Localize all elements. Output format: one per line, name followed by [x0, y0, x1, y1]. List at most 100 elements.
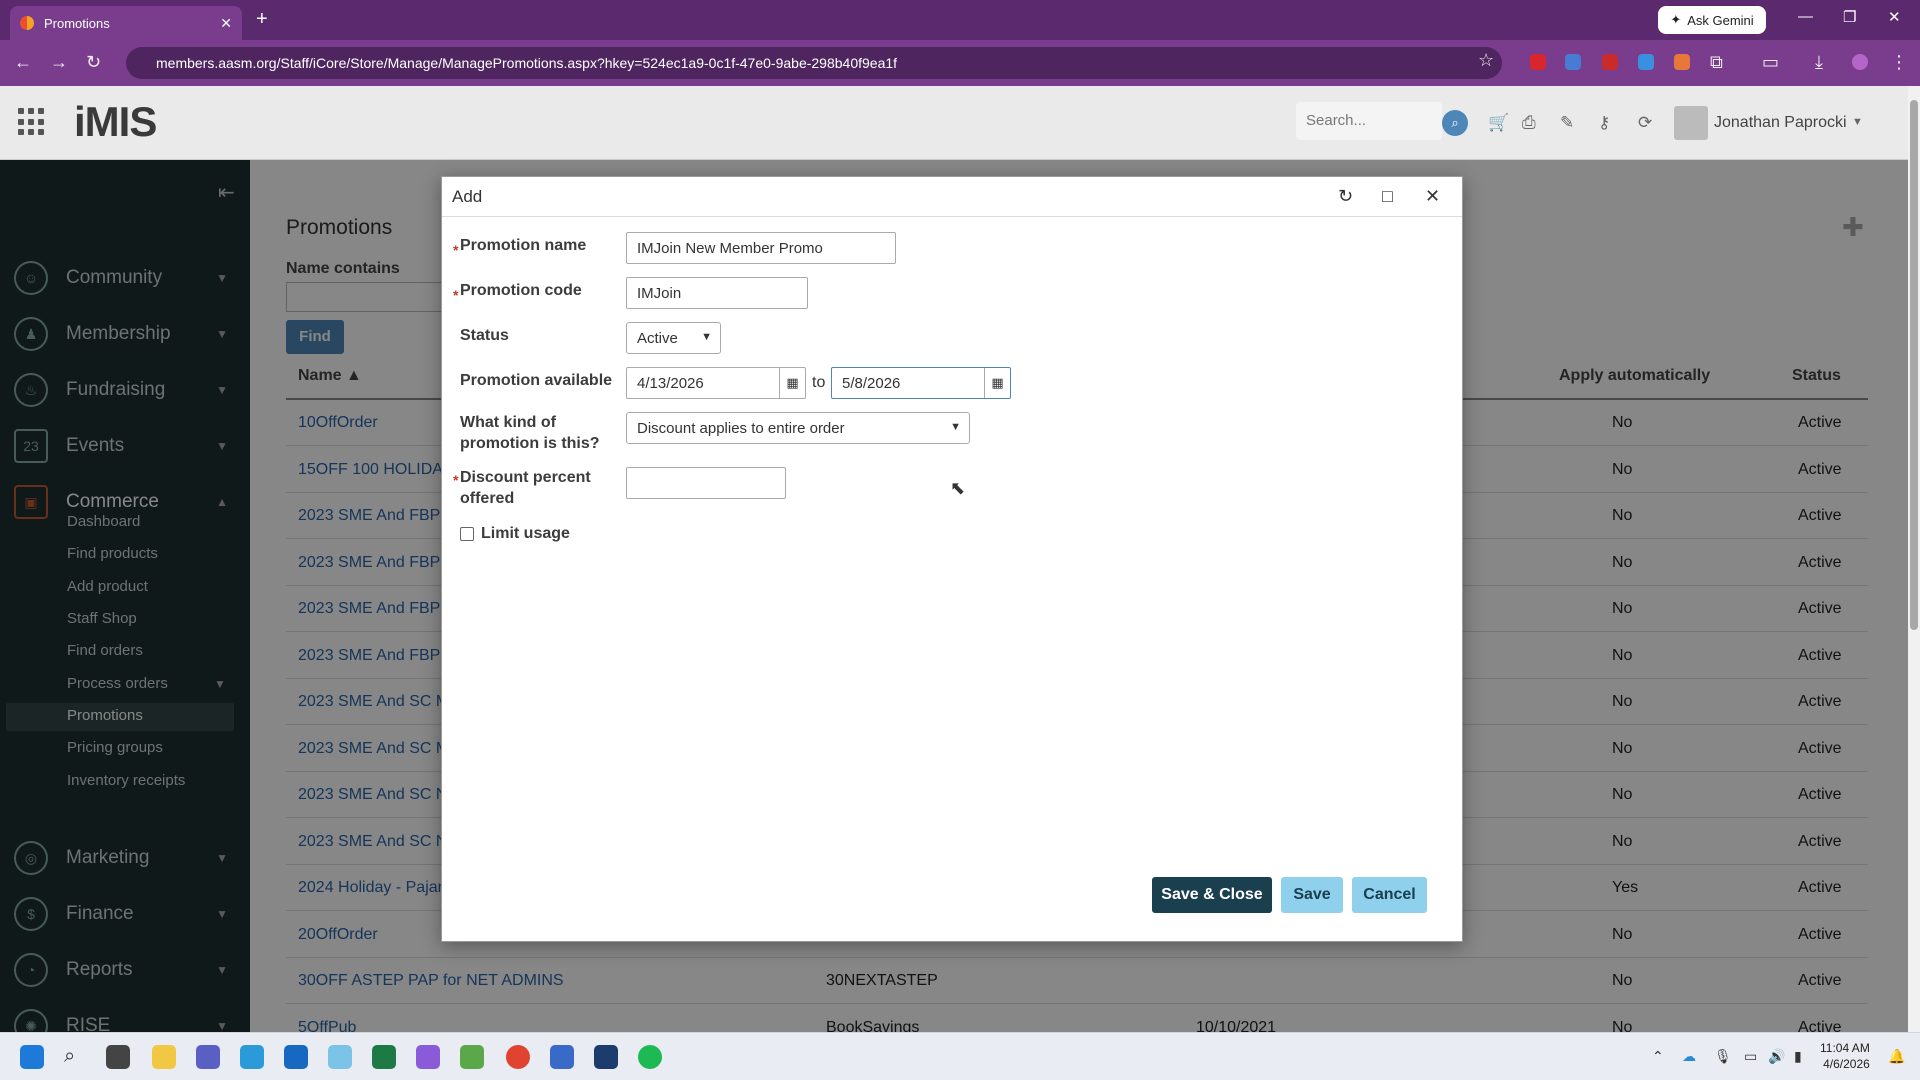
close-tab-icon[interactable]: ✕ — [220, 15, 232, 32]
calendar-icon[interactable]: ▦ — [984, 368, 1010, 398]
extension-icon[interactable] — [1638, 54, 1654, 70]
ask-gemini-button[interactable]: ✦ Ask Gemini — [1658, 6, 1766, 34]
chrome-icon[interactable] — [506, 1045, 530, 1069]
date-from-input[interactable]: 4/13/2026 ▦ — [626, 367, 806, 399]
required-marker: * — [453, 287, 459, 303]
file-explorer-icon[interactable] — [152, 1045, 176, 1069]
to-label: to — [812, 374, 826, 391]
user-avatar[interactable] — [1674, 106, 1708, 140]
status-select[interactable]: Active ▼ — [626, 322, 721, 354]
gemini-sparkle-icon: ✦ — [1670, 12, 1682, 27]
spotify-icon[interactable] — [638, 1045, 662, 1069]
help-icon[interactable]: ⟳ — [1638, 113, 1652, 133]
app-icon[interactable] — [594, 1045, 618, 1069]
edit-icon[interactable]: ✎ — [1560, 113, 1574, 133]
save-button[interactable]: Save — [1281, 877, 1343, 913]
browser-tab[interactable]: Promotions ✕ — [10, 6, 242, 40]
promotion-name-label: Promotion name — [460, 237, 587, 254]
mouse-cursor-icon: ⬉ — [950, 478, 966, 498]
site-favicon-icon — [20, 16, 34, 30]
browser-menu-icon[interactable]: ⋮ — [1890, 52, 1908, 73]
browser-tab-bar: Promotions ✕ + ✦ Ask Gemini — ❐ ✕ — [0, 0, 1920, 40]
volume-icon[interactable]: 🔊 — [1768, 1048, 1785, 1065]
extension-icon[interactable] — [1674, 54, 1690, 70]
promotion-kind-label: What kind of promotion is this? — [460, 412, 600, 454]
minimize-icon[interactable]: — — [1798, 8, 1813, 25]
limit-usage-checkbox[interactable] — [460, 527, 474, 541]
excel-icon[interactable] — [372, 1045, 396, 1069]
maximize-icon[interactable]: □ — [1382, 186, 1393, 207]
discount-label-line1: Discount percent — [460, 469, 591, 486]
tab-search-icon[interactable]: ▭ — [1762, 52, 1779, 73]
printer-icon[interactable]: ⎙ — [1522, 113, 1536, 133]
extension-icon[interactable] — [1565, 54, 1581, 70]
limit-usage-label[interactable]: Limit usage — [481, 523, 570, 544]
battery-icon[interactable]: ▮ — [1794, 1048, 1802, 1065]
onedrive-icon[interactable]: ☁ — [1682, 1048, 1696, 1065]
app-icon[interactable] — [328, 1045, 352, 1069]
task-view-icon[interactable] — [106, 1045, 130, 1069]
search-input[interactable]: Search... — [1296, 102, 1442, 140]
status-select-value: Active — [637, 330, 678, 347]
date-from-value: 4/13/2026 — [637, 375, 704, 392]
close-icon[interactable]: ✕ — [1425, 186, 1440, 207]
teams-icon[interactable] — [196, 1045, 220, 1069]
promotion-name-input[interactable]: IMJoin New Member Promo — [626, 232, 896, 264]
outlook-icon[interactable] — [284, 1045, 308, 1069]
bookmark-star-icon[interactable]: ☆ — [1478, 50, 1494, 71]
download-icon[interactable]: ⤓ — [1815, 52, 1823, 73]
back-icon[interactable]: ← — [14, 52, 32, 73]
search-icon[interactable]: ⌕ — [64, 1045, 88, 1069]
promotion-kind-label-line1: What kind of — [460, 414, 556, 431]
start-icon[interactable] — [20, 1045, 44, 1069]
discount-percent-input[interactable] — [626, 467, 786, 499]
app-launcher-icon[interactable] — [18, 108, 46, 136]
address-bar: ← → ↻ members.aasm.org/Staff/iCore/Store… — [0, 40, 1920, 86]
promotion-kind-select[interactable]: Discount applies to entire order ▼ — [626, 412, 970, 444]
search-icon[interactable]: ⌕ — [1442, 110, 1468, 136]
profile-avatar-icon[interactable] — [1852, 54, 1868, 70]
save-and-close-button[interactable]: Save & Close — [1152, 877, 1272, 913]
add-promotion-dialog: Add ↻ □ ✕ * Promotion name IMJoin New Me… — [441, 176, 1463, 942]
extensions-puzzle-icon[interactable]: ⧉ — [1710, 52, 1723, 73]
network-icon[interactable]: ▭ — [1744, 1048, 1757, 1065]
key-icon[interactable]: ⚷ — [1598, 113, 1610, 133]
chevron-down-icon[interactable]: ▼ — [1852, 116, 1863, 128]
reload-icon[interactable]: ↻ — [86, 52, 101, 73]
page-scrollbar[interactable] — [1908, 86, 1920, 1032]
visual-studio-icon[interactable] — [416, 1045, 440, 1069]
date-to-value: 5/8/2026 — [842, 375, 901, 392]
app-icon[interactable] — [550, 1045, 574, 1069]
extension-icon[interactable] — [1530, 54, 1546, 70]
scrollbar-thumb[interactable] — [1910, 100, 1918, 630]
windows-taskbar: ⌕ ⌃ ☁ 🎙 ▭ 🔊 ▮ 11:04 AM 4/6/2026 🔔 — [0, 1032, 1920, 1080]
app-icon[interactable] — [460, 1045, 484, 1069]
imis-logo[interactable]: iMIS — [74, 98, 157, 146]
cart-icon[interactable]: 🛒 — [1488, 113, 1509, 133]
notifications-icon[interactable]: 🔔 — [1888, 1048, 1905, 1065]
cancel-button[interactable]: Cancel — [1352, 877, 1427, 913]
dialog-header: Add — [442, 177, 1462, 217]
refresh-icon[interactable]: ↻ — [1338, 186, 1353, 207]
date-to-input[interactable]: 5/8/2026 ▦ — [831, 367, 1011, 399]
promotion-kind-label-line2: promotion is this? — [460, 435, 600, 452]
window-close-icon[interactable]: ✕ — [1888, 8, 1901, 26]
promotion-code-input[interactable]: IMJoin — [626, 277, 808, 309]
restore-icon[interactable]: ❐ — [1843, 8, 1856, 26]
calendar-icon[interactable]: ▦ — [779, 368, 805, 398]
required-marker: * — [453, 242, 459, 258]
microphone-icon[interactable]: 🎙 — [1714, 1048, 1732, 1065]
user-name[interactable]: Jonathan Paprocki — [1714, 114, 1847, 132]
snipping-tool-icon[interactable] — [240, 1045, 264, 1069]
discount-percent-label: Discount percent offered — [460, 467, 591, 509]
system-clock[interactable]: 11:04 AM 4/6/2026 — [1820, 1040, 1870, 1072]
url-field[interactable]: members.aasm.org/Staff/iCore/Store/Manag… — [126, 47, 1502, 79]
new-tab-button[interactable]: + — [256, 8, 268, 31]
promotion-code-label: Promotion code — [460, 282, 582, 299]
forward-icon[interactable]: → — [50, 52, 68, 73]
clock-time: 11:04 AM — [1820, 1041, 1870, 1055]
status-label: Status — [460, 327, 509, 344]
chevron-up-icon[interactable]: ⌃ — [1652, 1048, 1664, 1065]
clock-date: 4/6/2026 — [1823, 1057, 1870, 1071]
extension-icon[interactable] — [1602, 54, 1618, 70]
